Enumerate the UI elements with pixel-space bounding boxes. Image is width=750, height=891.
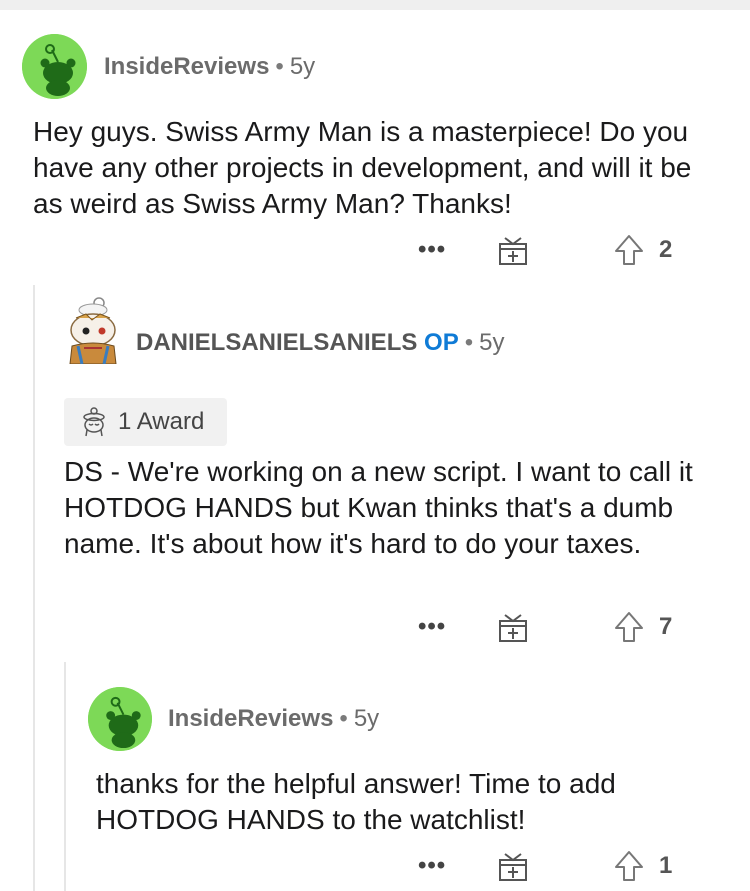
separator: •: [464, 329, 474, 356]
thread-line-level-2[interactable]: [64, 662, 66, 891]
award-chip[interactable]: 1 Award: [64, 398, 227, 446]
more-options-button[interactable]: •••: [418, 613, 446, 641]
more-options-button[interactable]: •••: [418, 236, 446, 264]
comment-meta: InsideReviews • 5y: [104, 53, 315, 81]
top-bar: [0, 0, 750, 10]
award-count: 1 Award: [118, 408, 205, 435]
character-avatar-icon: [69, 297, 117, 364]
avatar[interactable]: [88, 687, 152, 751]
author-name[interactable]: InsideReviews: [168, 705, 333, 732]
upvote-arrow-icon[interactable]: [614, 850, 644, 882]
gift-icon[interactable]: [497, 234, 529, 266]
vote-score: 7: [659, 613, 673, 640]
comment-meta: InsideReviews • 5y: [168, 705, 379, 733]
avatar[interactable]: [62, 296, 124, 364]
gift-icon[interactable]: [497, 611, 529, 643]
timestamp: 5y: [289, 53, 316, 80]
upvote-arrow-icon[interactable]: [614, 611, 644, 643]
award-icon: [83, 407, 105, 437]
more-options-button[interactable]: •••: [418, 852, 446, 880]
comment-meta: DANIELSANIELSANIELS OP • 5y: [136, 329, 504, 357]
separator: •: [339, 705, 348, 732]
separator: •: [275, 53, 284, 80]
gift-icon[interactable]: [497, 850, 529, 882]
comment-body: DS - We're working on a new script. I wa…: [64, 456, 693, 559]
vote-score: 2: [659, 236, 673, 263]
upvote-arrow-icon[interactable]: [614, 234, 644, 266]
snoo-avatar-icon: [22, 34, 87, 99]
timestamp: 5y: [479, 329, 505, 356]
author-name[interactable]: DANIELSANIELSANIELS: [136, 329, 417, 356]
comment-body: thanks for the helpful answer! Time to a…: [96, 768, 616, 835]
comment-body: Hey guys. Swiss Army Man is a masterpiec…: [33, 116, 692, 219]
thread-line-level-1[interactable]: [33, 285, 35, 891]
avatar[interactable]: [22, 34, 87, 99]
vote-score: 1: [659, 852, 673, 879]
timestamp: 5y: [353, 705, 380, 732]
snoo-avatar-icon: [88, 687, 152, 751]
author-name[interactable]: InsideReviews: [104, 53, 269, 80]
op-badge: OP: [424, 329, 459, 356]
